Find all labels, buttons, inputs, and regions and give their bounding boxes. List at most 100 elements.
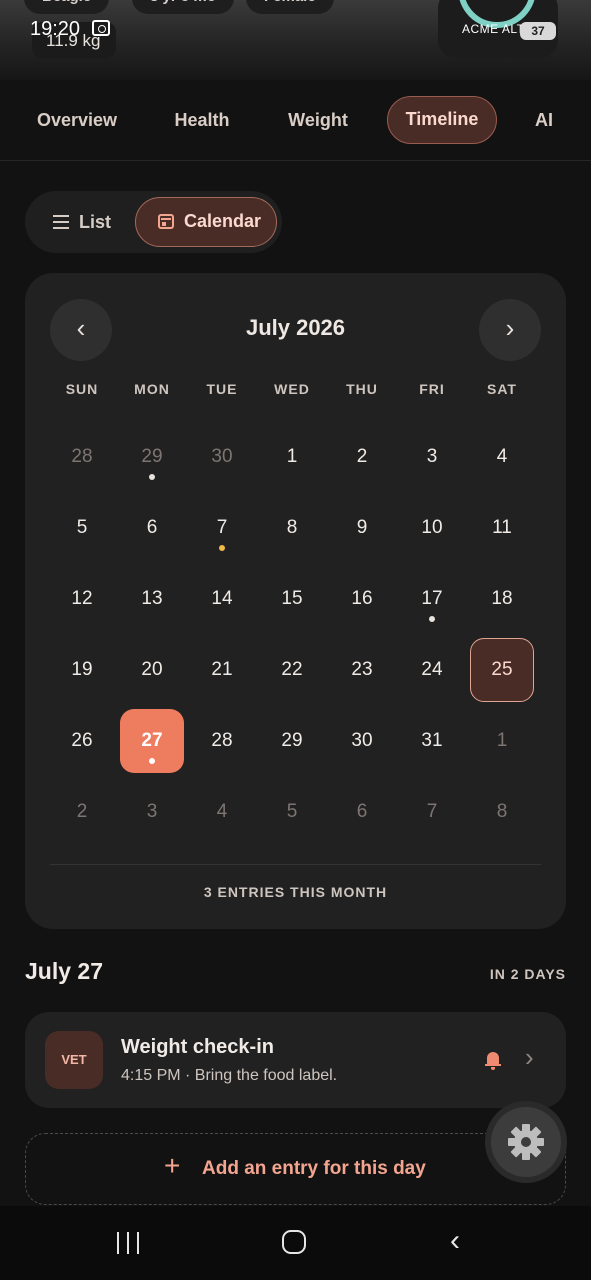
day-cell[interactable]: 9 (330, 496, 394, 560)
day-cell-selected[interactable]: 25 (470, 638, 534, 702)
day-cell[interactable]: 13 (120, 567, 184, 631)
day-cell[interactable]: 3 (400, 425, 464, 489)
calendar-icon (158, 214, 174, 229)
profile-header: Beagle 3 yr 5 mo Female 11.9 kg 19:20 AC… (0, 0, 591, 80)
breed-chip: Beagle (24, 0, 110, 14)
event-dot (219, 545, 225, 551)
tab-ai[interactable]: AI (522, 96, 566, 144)
day-cell[interactable]: 4 (470, 425, 534, 489)
calendar-card: ‹ July 2026 › SUN MON TUE WED THU FRI SAT 28 29… (25, 273, 566, 929)
settings-fab[interactable] (491, 1107, 561, 1177)
chevron-right-icon: › (525, 1042, 534, 1072)
day-cell[interactable]: 1 (470, 709, 534, 773)
day-number: 27 (141, 730, 163, 751)
day-number: 28 (211, 730, 233, 751)
weekday-label: MON (134, 381, 170, 397)
entry-title: Weight check-in (121, 1036, 274, 1058)
day-number: 30 (211, 446, 233, 467)
day-number: 23 (351, 659, 373, 680)
recents-icon[interactable] (117, 1232, 141, 1254)
day-cell[interactable]: 3 (120, 780, 184, 844)
add-entry-label: Add an entry for this day (202, 1158, 426, 1179)
day-number: 21 (211, 659, 233, 680)
day-cell[interactable]: 2 (50, 780, 114, 844)
weekday-label: SUN (65, 381, 99, 397)
day-cell[interactable]: 24 (400, 638, 464, 702)
month-entry-count: 3 ENTRIES THIS MONTH (203, 884, 388, 900)
entry-subtitle: 4:15 PM · Bring the food label. (121, 1067, 338, 1084)
day-number: 25 (491, 659, 513, 680)
day-cell[interactable]: 6 (330, 780, 394, 844)
day-number: 10 (421, 517, 443, 538)
day-cell[interactable]: 15 (260, 567, 324, 631)
day-cell[interactable]: 14 (190, 567, 254, 631)
plus-icon: + (164, 1150, 181, 1181)
day-cell[interactable]: 30 (330, 709, 394, 773)
day-cell[interactable]: 4 (190, 780, 254, 844)
day-number: 19 (71, 659, 93, 680)
event-dot (429, 616, 435, 622)
day-cell[interactable]: 28 (50, 425, 114, 489)
weekday-label: WED (274, 381, 310, 397)
day-cell[interactable]: 8 (470, 780, 534, 844)
weekday-label: SAT (487, 381, 517, 397)
day-cell[interactable]: 21 (190, 638, 254, 702)
back-icon[interactable]: ‹ (450, 1224, 460, 1258)
sex-chip: Female (246, 0, 334, 14)
day-number: 29 (281, 730, 303, 751)
day-cell[interactable]: 6 (120, 496, 184, 560)
day-cell[interactable]: 18 (470, 567, 534, 631)
day-number: 5 (286, 801, 298, 822)
timeline-entry[interactable]: VET Weight check-in 4:15 PM · Bring the … (25, 1012, 566, 1108)
day-cell[interactable]: 7 (190, 496, 254, 560)
day-number: 24 (421, 659, 443, 680)
day-cell[interactable]: 12 (50, 567, 114, 631)
list-view-button[interactable]: List (39, 197, 139, 247)
day-cell[interactable]: 26 (50, 709, 114, 773)
day-cell[interactable]: 29 (260, 709, 324, 773)
tab-overview[interactable]: Overview (22, 96, 132, 144)
day-cell[interactable]: 5 (50, 496, 114, 560)
calendar-view-button[interactable]: Calendar (135, 197, 277, 247)
day-cell[interactable]: 5 (260, 780, 324, 844)
day-cell[interactable]: 30 (190, 425, 254, 489)
day-cell[interactable]: 19 (50, 638, 114, 702)
weekday-label: TUE (206, 381, 238, 397)
day-cell[interactable]: 20 (120, 638, 184, 702)
age-chip: 3 yr 5 mo (132, 0, 234, 14)
day-number: 31 (421, 730, 443, 751)
day-number: 3 (426, 446, 438, 467)
home-icon[interactable] (282, 1230, 306, 1254)
tab-weight[interactable]: Weight (270, 96, 366, 144)
day-cell[interactable]: 29 (120, 425, 184, 489)
day-cell[interactable]: 7 (400, 780, 464, 844)
day-number: 14 (211, 588, 233, 609)
day-cell[interactable]: 22 (260, 638, 324, 702)
day-cell[interactable]: 11 (470, 496, 534, 560)
day-number: 22 (281, 659, 303, 680)
tab-timeline[interactable]: Timeline (387, 96, 497, 144)
day-cell[interactable]: 1 (260, 425, 324, 489)
day-cell[interactable]: 8 (260, 496, 324, 560)
day-number: 15 (281, 588, 303, 609)
day-cell[interactable]: 17 (400, 567, 464, 631)
status-time: 19:20 (30, 18, 81, 40)
relative-date-label: IN 2 DAYS (489, 966, 566, 982)
next-month-button[interactable]: › (479, 299, 541, 361)
day-cell[interactable]: 31 (400, 709, 464, 773)
add-entry-button[interactable]: + Add an entry for this day (25, 1133, 566, 1205)
day-number: 4 (216, 801, 228, 822)
day-cell[interactable]: 16 (330, 567, 394, 631)
system-nav-bar: ‹ (0, 1206, 591, 1280)
day-cell[interactable]: 23 (330, 638, 394, 702)
day-cell[interactable]: 2 (330, 425, 394, 489)
day-number: 2 (76, 801, 88, 822)
day-cell[interactable]: 28 (190, 709, 254, 773)
day-number: 6 (146, 517, 158, 538)
bell-icon (485, 1052, 501, 1070)
tab-health[interactable]: Health (152, 96, 252, 144)
weekday-label: FRI (419, 381, 445, 397)
day-cell[interactable]: 10 (400, 496, 464, 560)
day-cell-today[interactable]: 27 (120, 709, 184, 773)
day-number: 2 (356, 446, 368, 467)
